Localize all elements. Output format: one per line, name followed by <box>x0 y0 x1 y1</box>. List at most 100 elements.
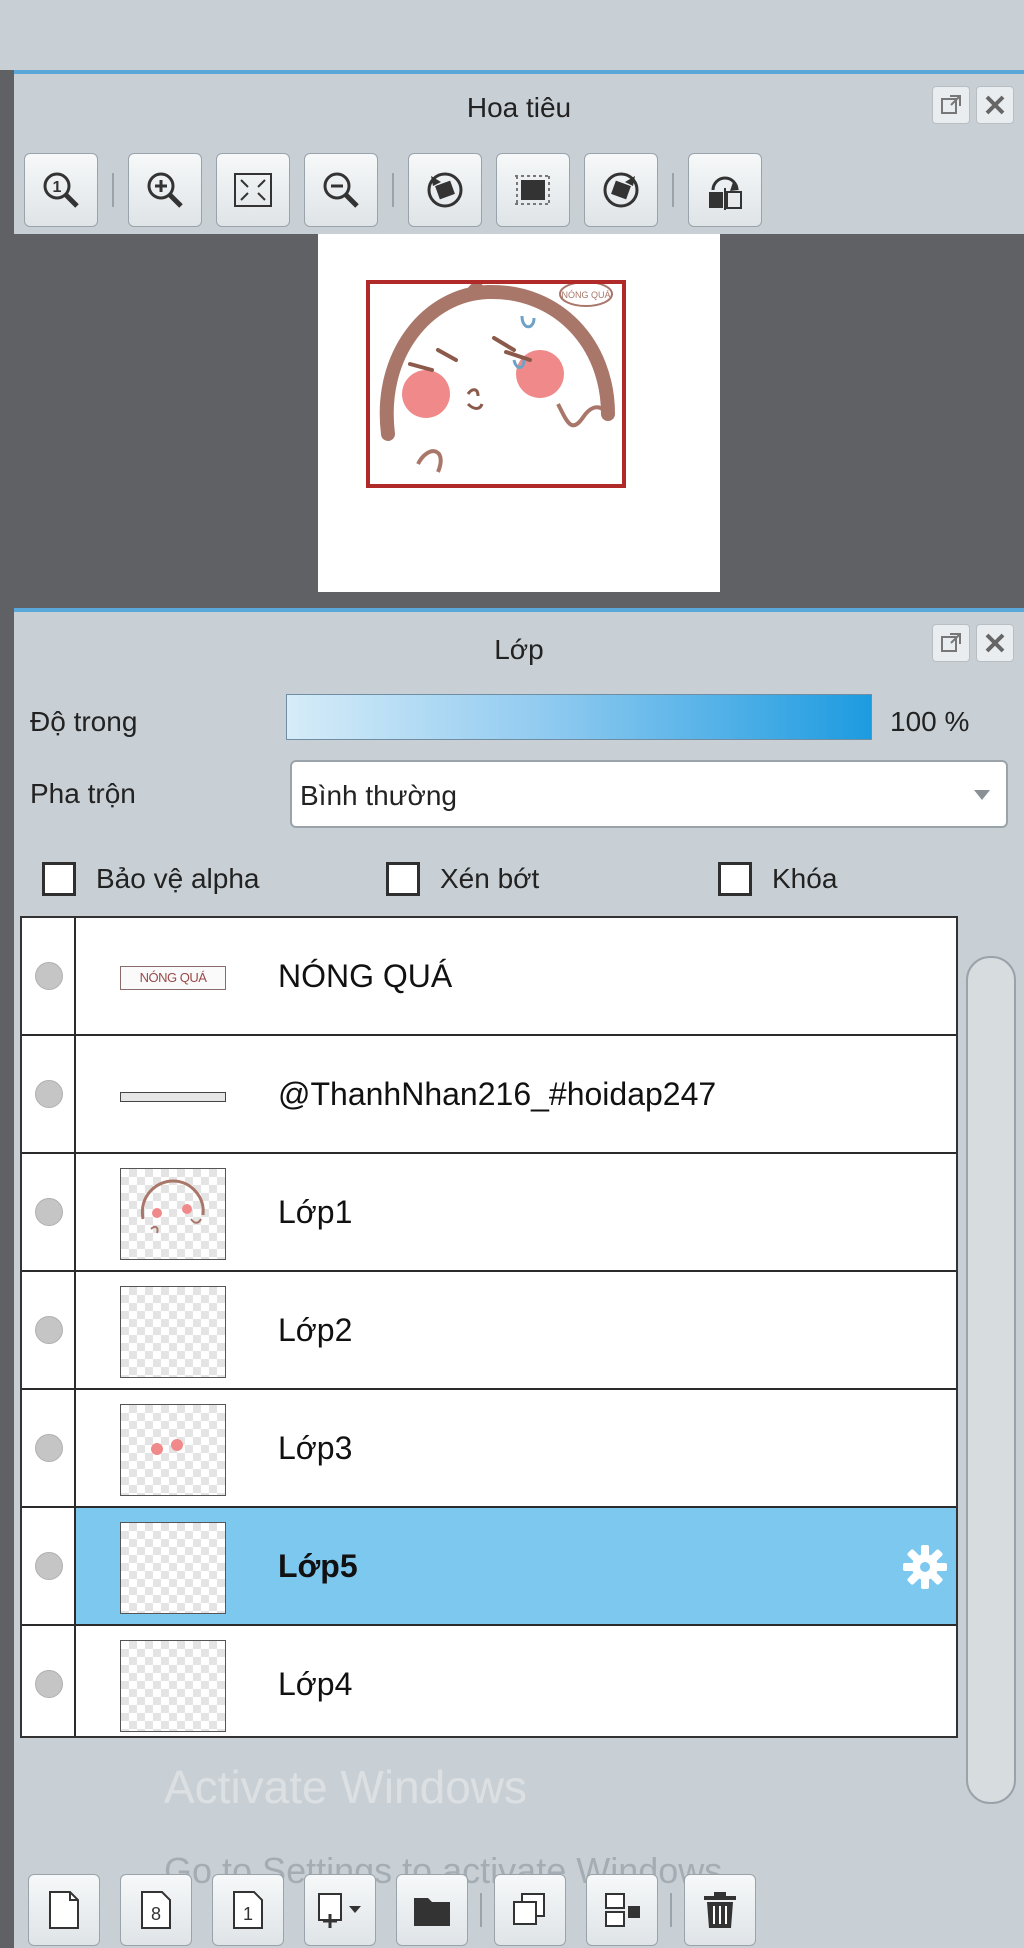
zoom-actual-size-button[interactable]: 1 <box>24 153 98 227</box>
visibility-dot-icon <box>35 962 63 990</box>
clipping-checkbox[interactable]: Xén bớt <box>386 862 539 896</box>
checkbox-box[interactable] <box>42 862 76 896</box>
navigator-panel: Hoa tiêu 1 NÓNG QUÁ <box>14 70 1024 616</box>
svg-text:8: 8 <box>151 1904 161 1924</box>
layer-name: Lớp1 <box>278 1194 353 1230</box>
new-folder-icon <box>414 1898 450 1926</box>
add-layer-dropdown-button[interactable] <box>304 1874 376 1946</box>
trash-icon <box>704 1892 736 1928</box>
checkbox-box[interactable] <box>718 862 752 896</box>
popout-button[interactable] <box>932 624 970 662</box>
layer-settings-button[interactable] <box>900 1542 950 1597</box>
visibility-dot-icon <box>35 1670 63 1698</box>
fit-to-window-button[interactable] <box>216 153 290 227</box>
new-folder-button[interactable] <box>396 1874 468 1946</box>
new-8bit-layer-icon: 8 <box>141 1891 171 1929</box>
visibility-toggle[interactable] <box>22 1154 76 1270</box>
duplicate-layer-icon <box>513 1893 545 1925</box>
zoom-actual-size-icon: 1 <box>43 172 79 208</box>
visibility-toggle[interactable] <box>22 1626 76 1736</box>
new-1bit-layer-button[interactable]: 1 <box>212 1874 284 1946</box>
zoom-in-icon <box>147 172 183 208</box>
close-button[interactable] <box>976 624 1014 662</box>
toolbar-separator <box>670 1893 672 1927</box>
layer-thumbnail <box>120 1522 226 1614</box>
popout-button[interactable] <box>932 86 970 124</box>
layer-thumbnail <box>120 1286 226 1378</box>
activate-windows-watermark: Activate Windows <box>164 1761 528 1813</box>
layer-name: Lớp5 <box>278 1548 358 1584</box>
new-1bit-layer-icon: 1 <box>233 1891 263 1929</box>
lock-label: Khóa <box>772 863 838 894</box>
toolbar-separator <box>112 173 114 207</box>
new-color-layer-button[interactable] <box>28 1874 100 1946</box>
toolbar-separator <box>672 173 674 207</box>
toolbar-separator <box>480 1893 482 1927</box>
visibility-toggle[interactable] <box>22 1036 76 1152</box>
flip-horizontal-button[interactable] <box>688 153 762 227</box>
visibility-toggle[interactable] <box>22 918 76 1034</box>
zoom-out-button[interactable] <box>304 153 378 227</box>
reset-view-button[interactable] <box>496 153 570 227</box>
gear-icon <box>903 1545 947 1589</box>
layer-panel-title: Lớp <box>494 634 544 665</box>
layer-thumbnail <box>120 1640 226 1732</box>
layer-name: Lớp2 <box>278 1312 353 1348</box>
duplicate-layer-button[interactable] <box>494 1874 566 1946</box>
layer-row-selected[interactable]: Lớp5 <box>22 1508 956 1626</box>
lock-checkbox[interactable]: Khóa <box>718 862 837 896</box>
layer-row[interactable]: Lớp1 <box>22 1154 956 1272</box>
layer-options: Bảo vệ alpha Xén bớt Khóa <box>42 862 1002 906</box>
layer-list-scrollbar[interactable] <box>964 946 1018 1804</box>
new-color-layer-icon <box>49 1891 79 1929</box>
layer-tools: 8 1 <box>28 1874 756 1946</box>
new-8bit-layer-button[interactable]: 8 <box>120 1874 192 1946</box>
popout-icon <box>941 95 961 114</box>
toolbar-separator <box>392 173 394 207</box>
popout-icon <box>941 633 961 652</box>
merge-down-button[interactable] <box>586 1874 658 1946</box>
navigator-toolbar: 1 <box>24 152 762 228</box>
layer-row[interactable]: Lớp4 <box>22 1626 956 1736</box>
navigator-preview-area[interactable]: NÓNG QUÁ <box>14 234 1024 616</box>
layer-bottom-toolbar: Go to Settings to activate Windows. 8 1 <box>14 1840 1024 1948</box>
protect-alpha-checkbox[interactable]: Bảo vệ alpha <box>42 862 259 896</box>
visibility-dot-icon <box>35 1434 63 1462</box>
layer-name: @ThanhNhan216_#hoidap247 <box>278 1076 717 1112</box>
close-icon <box>985 633 1005 653</box>
layer-window-buttons <box>932 624 1014 662</box>
layer-row[interactable]: Lớp3 <box>22 1390 956 1508</box>
checkbox-box[interactable] <box>386 862 420 896</box>
navigator-view-rectangle[interactable] <box>366 280 626 488</box>
layer-list: NÓNG QUÁ NÓNG QUÁ @ThanhNhan216_#hoidap2… <box>20 916 958 1738</box>
rotate-right-button[interactable] <box>584 153 658 227</box>
layer-thumbnail <box>120 1168 226 1260</box>
layer-thumbnail <box>120 1092 226 1102</box>
layer-name: NÓNG QUÁ <box>278 958 453 994</box>
blend-mode-select[interactable]: Bình thường <box>290 760 1008 828</box>
delete-layer-button[interactable] <box>684 1874 756 1946</box>
rotate-left-button[interactable] <box>408 153 482 227</box>
layer-name: Lớp3 <box>278 1430 353 1466</box>
close-button[interactable] <box>976 86 1014 124</box>
left-edge-strip <box>0 70 14 1948</box>
zoom-out-icon <box>323 172 359 208</box>
protect-alpha-label: Bảo vệ alpha <box>96 863 260 894</box>
opacity-label: Độ trong <box>30 706 138 737</box>
clipping-label: Xén bớt <box>440 863 540 894</box>
fit-to-window-icon <box>234 173 272 207</box>
zoom-in-button[interactable] <box>128 153 202 227</box>
visibility-toggle[interactable] <box>22 1508 76 1624</box>
visibility-toggle[interactable] <box>22 1390 76 1506</box>
add-layer-dropdown-icon <box>318 1893 361 1928</box>
layer-row[interactable]: @ThanhNhan216_#hoidap247 <box>22 1036 956 1154</box>
scrollbar-thumb[interactable] <box>966 956 1016 1804</box>
reset-view-icon <box>515 175 551 205</box>
blend-mode-label: Pha trộn <box>30 778 136 809</box>
visibility-dot-icon <box>35 1316 63 1344</box>
visibility-toggle[interactable] <box>22 1272 76 1388</box>
layer-row[interactable]: NÓNG QUÁ NÓNG QUÁ <box>22 918 956 1036</box>
layer-row[interactable]: Lớp2 <box>22 1272 956 1390</box>
opacity-slider[interactable] <box>286 694 872 740</box>
chevron-down-icon <box>974 790 990 800</box>
